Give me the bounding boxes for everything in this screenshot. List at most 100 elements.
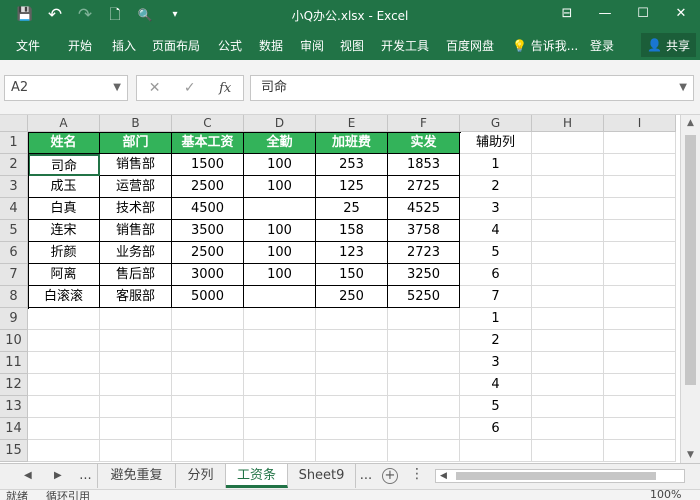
cell[interactable] (28, 418, 100, 440)
table-cell[interactable]: 1500 (172, 154, 244, 176)
cell[interactable] (604, 220, 676, 242)
row-header-1[interactable]: 1 (0, 132, 28, 154)
cell[interactable] (604, 198, 676, 220)
tab-insert[interactable]: 插入 (112, 37, 136, 54)
tab-view[interactable]: 视图 (340, 37, 364, 54)
cell[interactable] (100, 374, 172, 396)
cell[interactable] (172, 352, 244, 374)
row-header-11[interactable]: 11 (0, 352, 28, 374)
cell[interactable] (604, 176, 676, 198)
tell-me-search[interactable]: 💡 告诉我... (512, 37, 578, 54)
column-header-c[interactable]: C (172, 115, 244, 132)
table-cell[interactable]: 150 (316, 264, 388, 286)
cell[interactable] (604, 132, 676, 154)
cell[interactable] (244, 352, 316, 374)
cell[interactable] (532, 352, 604, 374)
table-cell[interactable]: 1853 (388, 154, 460, 176)
column-header-e[interactable]: E (316, 115, 388, 132)
row-header-7[interactable]: 7 (0, 264, 28, 286)
cell[interactable] (604, 418, 676, 440)
share-button[interactable]: 👤 共享 (641, 33, 696, 57)
table-cell[interactable]: 2500 (172, 242, 244, 264)
table-cell[interactable]: 3250 (388, 264, 460, 286)
table-header-cell[interactable]: 部门 (100, 132, 172, 154)
helper-column-cell[interactable]: 4 (460, 374, 532, 396)
row-header-6[interactable]: 6 (0, 242, 28, 264)
tab-formulas[interactable]: 公式 (218, 37, 242, 54)
confirm-icon[interactable]: ✓ (184, 80, 196, 96)
table-cell[interactable]: 100 (244, 220, 316, 242)
cell[interactable] (316, 330, 388, 352)
chevron-down-icon[interactable]: ▼ (113, 76, 121, 100)
column-header-a[interactable]: A (28, 115, 100, 132)
table-header-cell[interactable]: 全勤 (244, 132, 316, 154)
tab-developer[interactable]: 开发工具 (381, 37, 429, 54)
table-cell[interactable]: 100 (244, 176, 316, 198)
table-cell[interactable]: 125 (316, 176, 388, 198)
cell[interactable] (532, 330, 604, 352)
sheet-tab-payslip[interactable]: 工资条 (226, 464, 288, 488)
cell[interactable] (532, 264, 604, 286)
cell[interactable] (388, 330, 460, 352)
select-all-corner[interactable] (0, 115, 28, 132)
cell[interactable] (604, 308, 676, 330)
cell[interactable] (316, 396, 388, 418)
helper-column-header[interactable]: 辅助列 (460, 132, 532, 154)
cell[interactable] (172, 330, 244, 352)
table-cell[interactable]: 158 (316, 220, 388, 242)
row-header-13[interactable]: 13 (0, 396, 28, 418)
table-cell[interactable]: 阿离 (28, 264, 100, 286)
cell[interactable] (316, 374, 388, 396)
table-cell[interactable]: 业务部 (100, 242, 172, 264)
cell[interactable] (532, 132, 604, 154)
cell[interactable] (316, 308, 388, 330)
table-cell[interactable]: 25 (316, 198, 388, 220)
cell[interactable] (532, 308, 604, 330)
cancel-icon[interactable]: ✕ (149, 80, 161, 96)
cell[interactable] (172, 440, 244, 462)
cell[interactable] (532, 198, 604, 220)
vertical-scrollbar[interactable]: ▲ ▼ (680, 115, 700, 463)
cell[interactable] (28, 330, 100, 352)
tab-baidu-netdisk[interactable]: 百度网盘 (446, 37, 494, 54)
cell[interactable] (604, 352, 676, 374)
column-header-f[interactable]: F (388, 115, 460, 132)
table-cell[interactable]: 连宋 (28, 220, 100, 242)
cell[interactable] (532, 374, 604, 396)
cell[interactable] (316, 418, 388, 440)
cell[interactable] (604, 264, 676, 286)
cell[interactable] (460, 440, 532, 462)
table-cell[interactable]: 5000 (172, 286, 244, 308)
cell[interactable] (100, 418, 172, 440)
row-header-2[interactable]: 2 (0, 154, 28, 176)
row-header-15[interactable]: 15 (0, 440, 28, 462)
cell[interactable] (604, 396, 676, 418)
table-cell[interactable]: 3500 (172, 220, 244, 242)
row-header-10[interactable]: 10 (0, 330, 28, 352)
cell[interactable] (604, 374, 676, 396)
name-box[interactable]: A2 ▼ (4, 75, 128, 101)
cell[interactable] (604, 440, 676, 462)
login-button[interactable]: 登录 (590, 37, 614, 54)
cell[interactable] (244, 396, 316, 418)
sheet-prev-icon[interactable]: ◀ (24, 470, 32, 481)
table-cell[interactable]: 2723 (388, 242, 460, 264)
cell[interactable] (532, 418, 604, 440)
row-header-14[interactable]: 14 (0, 418, 28, 440)
sheet-tab-sheet9[interactable]: Sheet9 (288, 464, 356, 488)
sheet-tab-avoid-duplicates[interactable]: 避免重复 (98, 464, 176, 488)
table-cell[interactable]: 白真 (28, 198, 100, 220)
table-cell[interactable]: 3000 (172, 264, 244, 286)
table-cell[interactable]: 售后部 (100, 264, 172, 286)
column-header-i[interactable]: I (604, 115, 676, 132)
ribbon-display-options-icon[interactable]: ⊟ (548, 0, 586, 30)
formula-input[interactable]: 司命 ▼ (250, 75, 694, 101)
cell[interactable] (604, 330, 676, 352)
table-cell[interactable]: 销售部 (100, 154, 172, 176)
cell[interactable] (28, 308, 100, 330)
tab-data[interactable]: 数据 (259, 37, 283, 54)
table-cell[interactable] (244, 286, 316, 308)
row-header-3[interactable]: 3 (0, 176, 28, 198)
row-header-4[interactable]: 4 (0, 198, 28, 220)
scroll-thumb[interactable] (685, 135, 696, 385)
